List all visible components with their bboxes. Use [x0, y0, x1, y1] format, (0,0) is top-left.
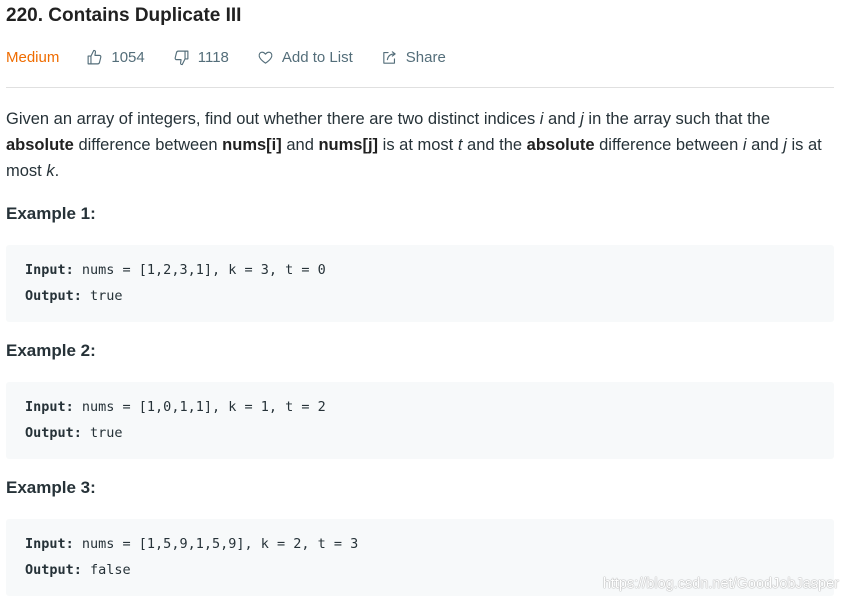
input-label: Input: [25, 399, 74, 415]
desc-text: and [281, 136, 319, 154]
example-output-line: Output: true [25, 288, 123, 304]
desc-text: and [746, 136, 784, 154]
desc-text: difference between [73, 136, 223, 154]
example-code-block: Input: nums = [1,0,1,1], k = 1, t = 2 Ou… [6, 382, 834, 459]
desc-text: difference between [594, 136, 743, 154]
desc-var-k: k [46, 162, 55, 180]
desc-text: in the array such that the [583, 110, 771, 128]
example-output-line: Output: true [25, 425, 123, 441]
thumbs-down-icon [174, 50, 189, 65]
share-button[interactable]: Share [381, 49, 446, 66]
output-label: Output: [25, 562, 82, 578]
desc-text: and the [462, 136, 527, 154]
problem-meta-bar: Medium 1054 1118 Add to List Share [6, 46, 474, 68]
example-title: Example 2: [6, 341, 96, 360]
desc-text: . [54, 162, 60, 180]
output-value: true [81, 288, 123, 304]
desc-text: is at most [378, 136, 458, 154]
header-divider [6, 87, 834, 88]
input-label: Input: [25, 262, 74, 278]
difficulty-badge: Medium [6, 48, 60, 66]
like-button[interactable]: 1054 [86, 48, 145, 66]
desc-nums-j: nums[j] [318, 136, 379, 154]
desc-text: Given an array of integers, find out whe… [6, 110, 540, 128]
example-input-line: Input: nums = [1,0,1,1], k = 1, t = 2 [25, 399, 326, 415]
watermark-text: https://blog.csdn.net/GoodJobJasper [602, 576, 839, 592]
example-title: Example 3: [6, 478, 96, 497]
example-input-line: Input: nums = [1,2,3,1], k = 3, t = 0 [25, 262, 326, 278]
output-value: true [81, 425, 123, 441]
problem-description: Given an array of integers, find out whe… [6, 106, 834, 184]
add-to-list-button[interactable]: Add to List [257, 49, 353, 66]
desc-text: and [543, 110, 581, 128]
thumbs-up-icon [87, 49, 102, 64]
desc-absolute: absolute [526, 136, 595, 154]
like-count: 1054 [111, 48, 145, 66]
example-output-line: Output: false [25, 562, 131, 578]
dislike-button[interactable]: 1118 [173, 49, 229, 66]
example-input-line: Input: nums = [1,5,9,1,5,9], k = 2, t = … [25, 536, 358, 552]
input-value: nums = [1,0,1,1], k = 1, t = 2 [73, 399, 326, 415]
input-value: nums = [1,2,3,1], k = 3, t = 0 [73, 262, 326, 278]
problem-title: 220. Contains Duplicate III [6, 5, 242, 26]
example-code-block: Input: nums = [1,2,3,1], k = 3, t = 0 Ou… [6, 245, 834, 322]
input-label: Input: [25, 536, 74, 552]
example-title: Example 1: [6, 204, 96, 223]
heart-icon [258, 51, 273, 64]
output-label: Output: [25, 288, 82, 304]
dislike-count: 1118 [197, 48, 229, 66]
input-value: nums = [1,5,9,1,5,9], k = 2, t = 3 [73, 536, 359, 552]
output-value: false [81, 562, 131, 578]
output-label: Output: [25, 425, 82, 441]
share-icon [383, 50, 396, 64]
add-to-list-label: Add to List [281, 48, 353, 66]
share-label: Share [405, 48, 446, 66]
desc-absolute: absolute [6, 136, 74, 154]
desc-nums-i: nums[i] [222, 136, 282, 154]
